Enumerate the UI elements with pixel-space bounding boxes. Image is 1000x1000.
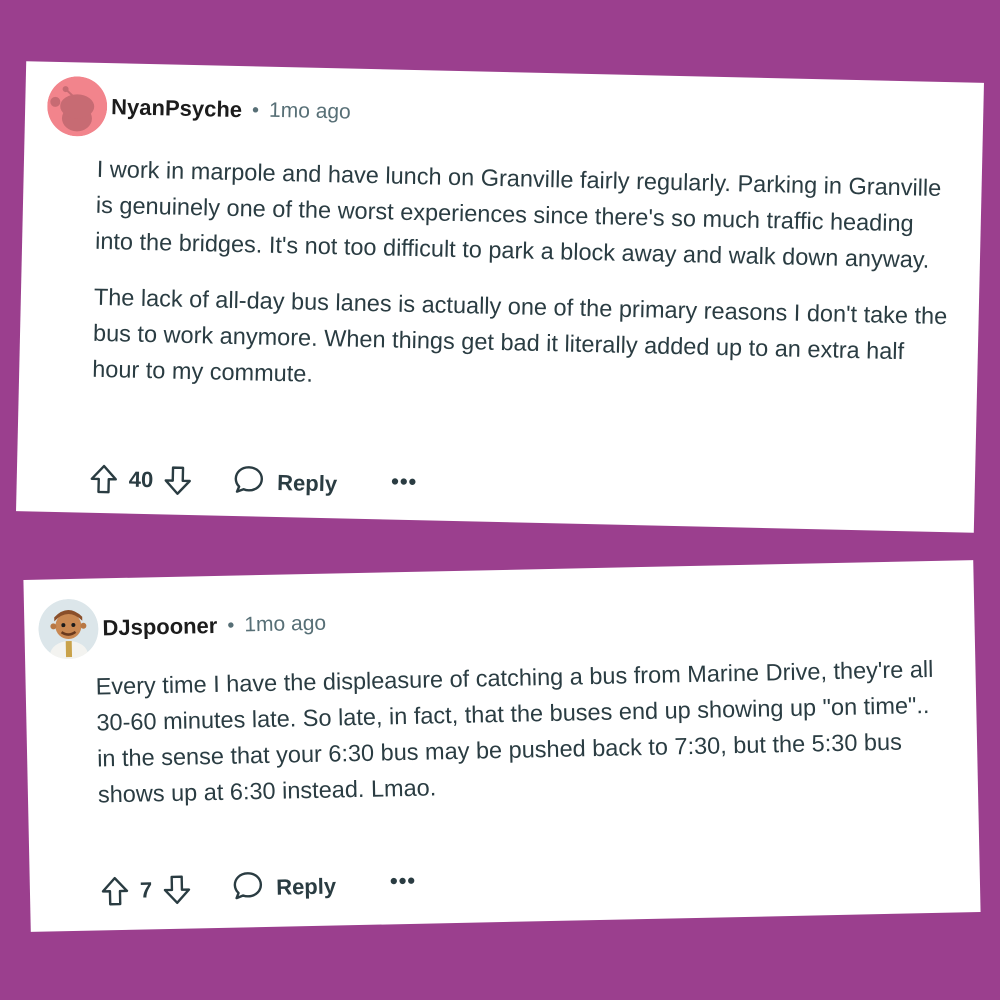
reply-label: Reply: [275, 873, 337, 900]
downvote-icon[interactable]: [162, 874, 193, 907]
comment-header: NyanPsyche • 1mo ago: [47, 76, 352, 143]
comment-bubble-icon: [233, 464, 266, 501]
reply-button[interactable]: Reply: [232, 869, 337, 907]
comment-paragraph: Every time I have the displeasure of cat…: [95, 655, 934, 808]
upvote-icon[interactable]: [88, 463, 119, 496]
comment-paragraph: The lack of all-day bus lanes is actuall…: [91, 283, 948, 387]
comment-body: I work in marpole and have lunch on Gran…: [91, 151, 957, 426]
upvote-icon[interactable]: [100, 875, 131, 908]
comment-actions: 40 Reply •••: [88, 461, 418, 504]
comment-paragraph: I work in marpole and have lunch on Gran…: [94, 155, 942, 273]
username[interactable]: NyanPsyche: [111, 94, 242, 123]
comment-card: NyanPsyche • 1mo ago I work in marpole a…: [16, 61, 984, 533]
comment-card: DJspooner • 1mo ago Every time I have th…: [23, 560, 981, 932]
custom-avatar-icon[interactable]: [38, 598, 99, 660]
reply-button[interactable]: Reply: [233, 464, 338, 502]
more-options-button[interactable]: •••: [391, 469, 418, 496]
more-options-button[interactable]: •••: [390, 868, 417, 895]
downvote-icon[interactable]: [163, 464, 194, 497]
vote-score: 40: [128, 466, 154, 493]
timestamp[interactable]: 1mo ago: [244, 612, 326, 638]
meta-separator: •: [251, 98, 260, 121]
timestamp[interactable]: 1mo ago: [269, 99, 351, 125]
comment-header: DJspooner • 1mo ago: [38, 594, 327, 660]
comment-actions: 7 Reply •••: [100, 867, 417, 910]
meta-separator: •: [227, 614, 235, 637]
username[interactable]: DJspooner: [102, 613, 217, 641]
snoo-avatar-icon[interactable]: [47, 76, 108, 137]
comment-body: Every time I have the displeasure of cat…: [95, 651, 948, 833]
comment-bubble-icon: [232, 870, 265, 907]
reply-label: Reply: [276, 469, 338, 497]
screenshot-stage: NyanPsyche • 1mo ago I work in marpole a…: [0, 0, 1000, 1000]
vote-score: 7: [139, 877, 153, 903]
